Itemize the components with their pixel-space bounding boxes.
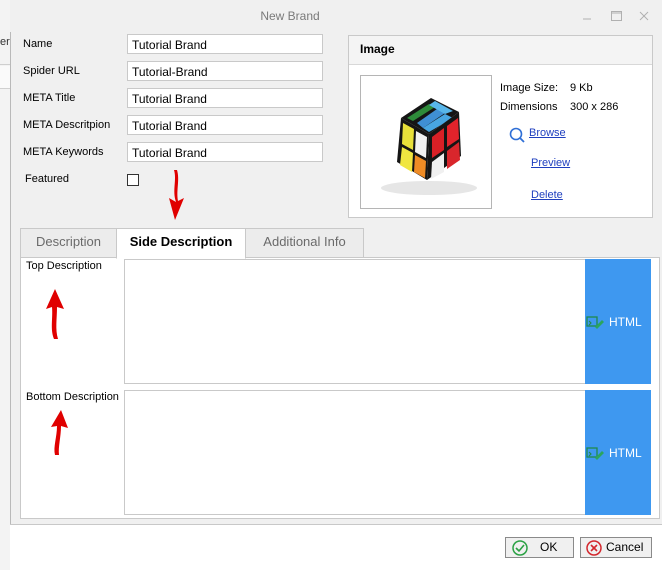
background-text-fragment: er: [0, 36, 10, 48]
image-panel-title: Image: [360, 42, 395, 56]
annotation-arrow-up-icon: [51, 410, 68, 455]
cancel-x-icon: [586, 540, 602, 556]
annotation-arrow-down-icon: [169, 170, 184, 220]
meta-title-field[interactable]: Tutorial Brand: [127, 88, 323, 108]
background-window-edge: er: [0, 0, 10, 570]
bottom-html-button[interactable]: HTML: [585, 390, 651, 515]
bottom-html-label: HTML: [609, 446, 642, 460]
cancel-button[interactable]: Cancel: [580, 537, 652, 558]
top-html-label: HTML: [609, 315, 642, 329]
dimensions-label: Dimensions: [500, 101, 558, 113]
maximize-button[interactable]: [605, 6, 627, 26]
meta-keywords-label: META Keywords: [23, 146, 104, 158]
html-edit-icon: [586, 316, 604, 329]
minimize-button[interactable]: [576, 6, 598, 26]
name-field[interactable]: Tutorial Brand: [127, 34, 323, 54]
maximize-icon: [611, 11, 622, 21]
browse-link[interactable]: Browse: [529, 127, 566, 139]
ok-button[interactable]: OK: [505, 537, 574, 558]
close-button[interactable]: [633, 6, 655, 26]
ok-label: OK: [540, 540, 558, 554]
cancel-label: Cancel: [606, 540, 644, 554]
name-label: Name: [23, 38, 53, 50]
top-description-editor[interactable]: [124, 259, 586, 384]
spider-url-field[interactable]: Tutorial-Brand: [127, 61, 323, 81]
background-divider: [0, 64, 10, 65]
dimensions-value: 300 x 286: [570, 101, 619, 113]
featured-checkbox[interactable]: [127, 174, 139, 186]
image-size-label: Image Size:: [500, 82, 559, 94]
meta-description-label: META Descritpion: [23, 119, 111, 131]
window-title: New Brand: [260, 9, 320, 23]
minimize-icon: [583, 18, 591, 20]
image-size-value: 9 Kb: [570, 82, 593, 94]
rubiks-cube-image: [381, 98, 477, 195]
brand-image-thumbnail: [360, 75, 492, 209]
search-icon: [508, 126, 526, 147]
tab-side-description[interactable]: Side Description: [116, 228, 246, 259]
meta-title-label: META Title: [23, 92, 76, 104]
featured-label: Featured: [25, 173, 70, 185]
meta-keywords-field[interactable]: Tutorial Brand: [127, 142, 323, 162]
html-edit-icon: [586, 447, 604, 460]
bottom-description-editor[interactable]: [124, 390, 586, 515]
tab-description[interactable]: Description: [20, 228, 117, 258]
tab-additional-info[interactable]: Additional Info: [245, 228, 364, 258]
spider-url-label: Spider URL: [23, 65, 80, 77]
top-description-label: Top Description: [26, 260, 102, 272]
ok-check-icon: [512, 540, 528, 556]
delete-link[interactable]: Delete: [531, 189, 563, 201]
close-icon: [639, 11, 649, 21]
preview-link[interactable]: Preview: [531, 157, 570, 169]
annotation-arrow-up-icon: [46, 289, 64, 339]
top-html-button[interactable]: HTML: [585, 259, 651, 384]
bottom-description-label: Bottom Description: [26, 391, 119, 403]
meta-description-field[interactable]: Tutorial Brand: [127, 115, 323, 135]
background-field: [0, 66, 10, 89]
